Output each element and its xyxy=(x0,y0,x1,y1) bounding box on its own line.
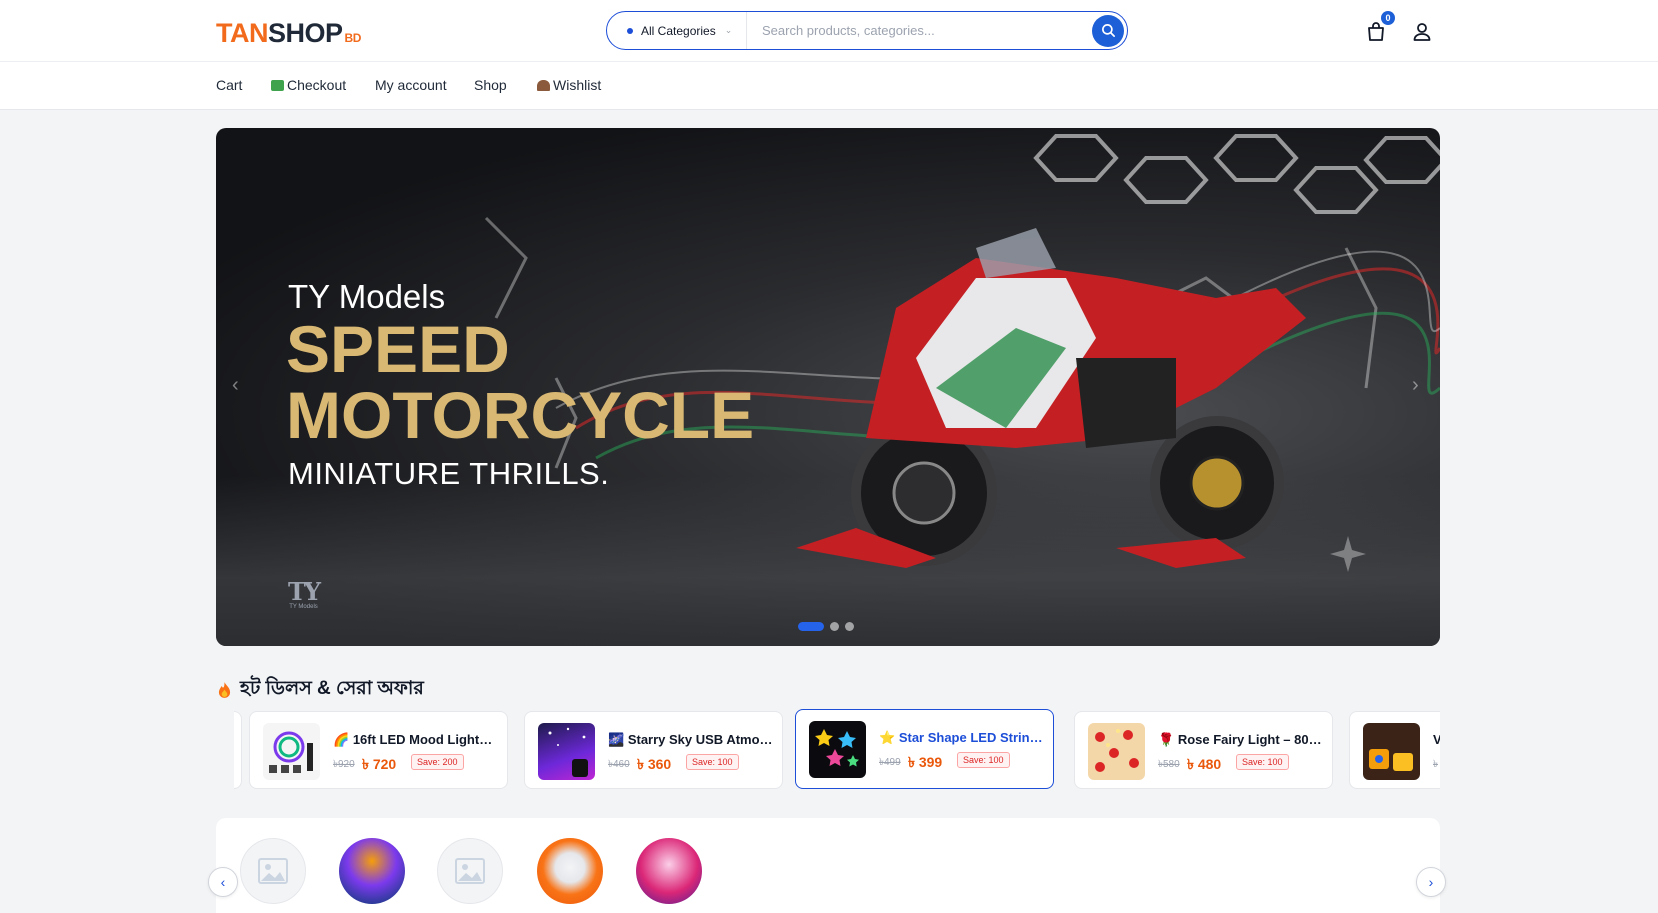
deal-product-name: V xyxy=(1433,732,1440,747)
deal-card[interactable]: 🌌 Starry Sky USB Atmosp... ৳460 ৳ 360 Sa… xyxy=(524,711,783,789)
deal-save-badge: Save: 100 xyxy=(1236,754,1289,770)
category-circle[interactable] xyxy=(240,838,306,904)
chevron-right-icon: › xyxy=(1428,874,1434,890)
category-circle[interactable] xyxy=(537,838,603,904)
hero-next-arrow[interactable]: › xyxy=(1412,374,1419,397)
deal-product-name: 🌹 Rose Fairy Light – 80 LE... xyxy=(1158,732,1324,747)
category-circle[interactable] xyxy=(636,838,702,904)
search-bar: All Categories ⌄ xyxy=(606,11,1128,50)
image-placeholder-icon xyxy=(455,858,485,884)
hero-title: SPEED MOTORCYCLE xyxy=(286,312,755,452)
deal-price: ৳ 720 xyxy=(362,756,397,772)
search-button[interactable] xyxy=(1092,14,1124,47)
hut-icon xyxy=(537,79,550,91)
product-thumbnail xyxy=(263,723,320,780)
deal-product-name: 🌌 Starry Sky USB Atmosp... xyxy=(608,732,774,747)
carousel-edge xyxy=(216,709,234,791)
deals-carousel: 🌈 16ft LED Mood Lights – ... ৳920 ৳ 720 … xyxy=(216,709,1440,791)
user-icon[interactable] xyxy=(1410,20,1434,44)
deal-save-badge: Save: 100 xyxy=(957,752,1010,768)
product-thumbnail xyxy=(538,723,595,780)
category-prev-button[interactable]: ‹ xyxy=(208,867,238,897)
deal-card[interactable]: 🌹 Rose Fairy Light – 80 LE... ৳580 ৳ 480… xyxy=(1074,711,1333,789)
deal-old-price: ৳460 xyxy=(608,759,630,770)
deal-old-price: ৳499 xyxy=(879,757,901,768)
deal-old-price: ৳920 xyxy=(333,759,355,770)
deal-card[interactable]: V ৳ xyxy=(1349,711,1440,789)
slider-dot-2[interactable] xyxy=(830,622,839,631)
hero-tagline: MINIATURE THRILLS. xyxy=(288,456,610,491)
slider-dot-3[interactable] xyxy=(845,622,854,631)
money-icon xyxy=(271,79,284,91)
product-thumbnail xyxy=(1088,723,1145,780)
product-thumbnail xyxy=(809,721,866,778)
slider-dots xyxy=(798,622,854,631)
category-select[interactable]: All Categories ⌄ xyxy=(607,12,747,49)
nav-wishlist[interactable]: Wishlist xyxy=(537,77,601,93)
category-dot-icon xyxy=(627,27,633,34)
search-icon xyxy=(1101,24,1115,37)
ty-models-logo: TY TY Models xyxy=(288,577,321,611)
category-circle[interactable] xyxy=(339,838,405,904)
site-logo[interactable]: TANSHOP BD xyxy=(216,18,361,49)
deal-price: ৳ 399 xyxy=(908,754,943,770)
sparkle-icon xyxy=(1330,536,1366,572)
nav-shop[interactable]: Shop xyxy=(474,77,507,93)
search-input[interactable] xyxy=(747,12,1092,49)
hot-deals-heading: হট ডিলস & সেরা অফার xyxy=(218,674,424,706)
deal-price: ৳ 480 xyxy=(1187,756,1222,772)
category-circle[interactable] xyxy=(437,838,503,904)
chevron-left-icon: ‹ xyxy=(220,874,226,890)
hero-banner[interactable]: TY Models SPEED MOTORCYCLE MINIATURE THR… xyxy=(216,128,1440,646)
slider-dot-1[interactable] xyxy=(798,622,824,631)
image-placeholder-icon xyxy=(258,858,288,884)
deal-save-badge: Save: 200 xyxy=(411,754,464,770)
hero-subtitle: TY Models xyxy=(288,278,446,315)
product-thumbnail xyxy=(1363,723,1420,780)
deal-product-name: 🌈 16ft LED Mood Lights – ... xyxy=(333,732,499,747)
cart-count-badge: 0 xyxy=(1381,11,1395,25)
deal-card[interactable]: ⭐ Star Shape LED String Li... ৳499 ৳ 399… xyxy=(795,709,1054,789)
deal-price: ৳ 360 xyxy=(637,756,672,772)
fire-icon xyxy=(218,681,231,698)
category-next-button[interactable]: › xyxy=(1416,867,1446,897)
nav-my-account[interactable]: My account xyxy=(375,77,447,93)
main-nav: Cart Checkout My account Shop Wishlist xyxy=(0,62,1658,110)
deal-save-badge: Save: 100 xyxy=(686,754,739,770)
nav-cart[interactable]: Cart xyxy=(216,77,242,93)
category-select-label: All Categories xyxy=(641,23,716,38)
site-header: TANSHOPBD All Categories ⌄ 0 xyxy=(0,0,1658,62)
deal-card[interactable]: 🌈 16ft LED Mood Lights – ... ৳920 ৳ 720 … xyxy=(249,711,508,789)
chevron-down-icon: ⌄ xyxy=(724,25,733,35)
deal-product-name: ⭐ Star Shape LED String Li... xyxy=(879,730,1045,745)
deal-old-price: ৳ xyxy=(1433,759,1438,770)
nav-checkout[interactable]: Checkout xyxy=(271,77,346,93)
hero-prev-arrow[interactable]: ‹ xyxy=(232,374,239,397)
deal-old-price: ৳580 xyxy=(1158,759,1180,770)
